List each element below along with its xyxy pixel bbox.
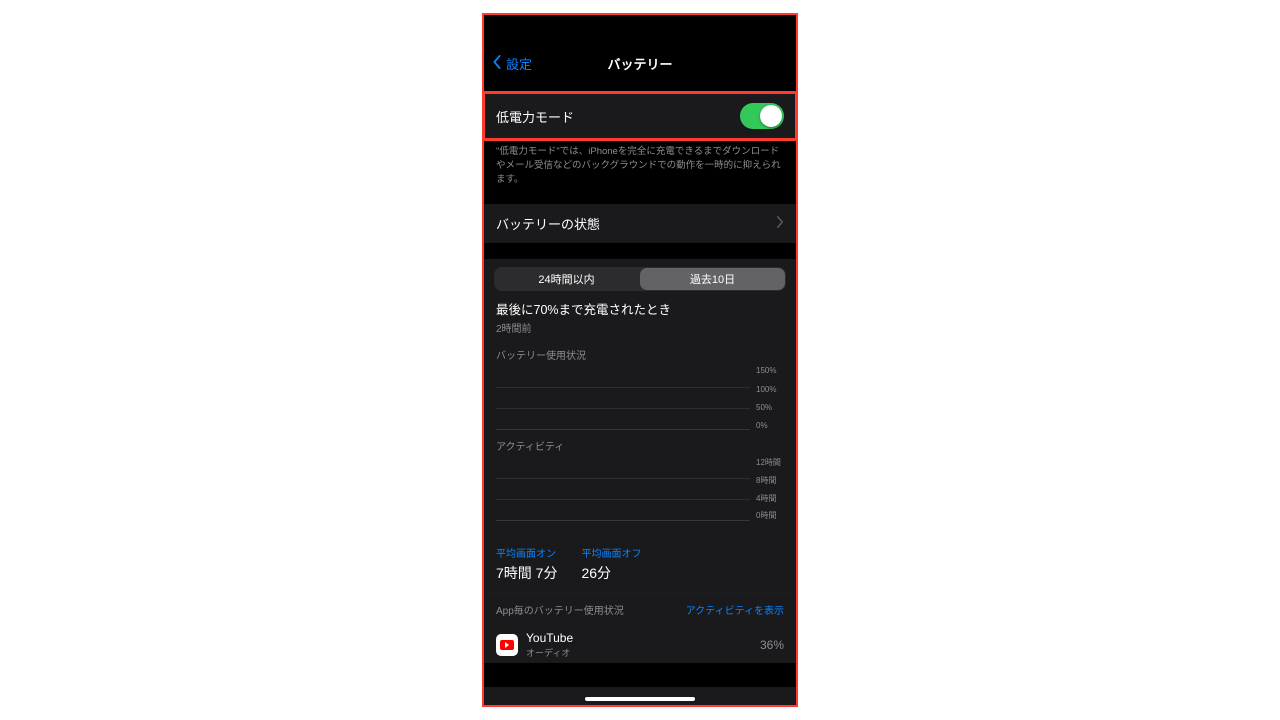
nav-title: バッテリー <box>607 54 672 73</box>
bottom-fade <box>484 687 796 705</box>
youtube-icon <box>496 634 518 656</box>
time-range-segmented[interactable]: 24時間以内 過去10日 <box>494 267 786 291</box>
status-bar-gap <box>484 15 796 49</box>
avg-screen-on-label: 平均画面オン <box>496 545 557 560</box>
per-app-title: App毎のバッテリー使用状況 <box>496 602 624 617</box>
battery-usage-bars <box>496 366 750 430</box>
app-percent: 36% <box>760 638 784 652</box>
segmented-control-wrap: 24時間以内 過去10日 <box>484 259 796 291</box>
app-name: YouTube <box>526 631 752 645</box>
home-indicator <box>585 697 695 701</box>
avg-screen-off-value: 26分 <box>581 563 641 583</box>
activity-bars <box>496 457 750 521</box>
low-power-mode-label: 低電力モード <box>496 107 574 126</box>
battery-usage-chart: バッテリー使用状況 150% 100% 50% 0% <box>484 341 796 432</box>
segment-24h[interactable]: 24時間以内 <box>494 267 639 291</box>
per-app-header: App毎のバッテリー使用状況 アクティビティを表示 <box>484 594 796 625</box>
last-charge-sub: 2時間前 <box>496 320 784 335</box>
activity-label: アクティビティ <box>496 438 784 453</box>
low-power-mode-switch[interactable] <box>740 103 784 129</box>
last-charge-block: 最後に70%まで充電されたとき 2時間前 <box>484 291 796 341</box>
switch-knob <box>760 105 782 127</box>
avg-screen-on-value: 7時間 7分 <box>496 563 557 583</box>
battery-health-label: バッテリーの状態 <box>496 214 600 233</box>
avg-screen-off-label: 平均画面オフ <box>581 545 641 560</box>
nav-back-button[interactable]: 設定 <box>492 54 532 73</box>
app-sub: オーディオ <box>526 646 752 659</box>
activity-yticks: 12時間 8時間 4時間 0時間 <box>750 457 784 521</box>
nav-back-label: 設定 <box>506 54 532 73</box>
chevron-right-icon <box>776 216 784 231</box>
activity-chart: アクティビティ 12時間 8時間 4時間 0時間 <box>484 432 796 523</box>
segment-10d[interactable]: 過去10日 <box>640 268 785 290</box>
averages-row: 平均画面オン 7時間 7分 平均画面オフ 26分 <box>484 537 796 593</box>
low-power-mode-footnote: "低電力モード"では、iPhoneを完全に充電できるまでダウンロードやメール受信… <box>484 139 796 194</box>
last-charge-title: 最後に70%まで充電されたとき <box>496 299 784 318</box>
low-power-mode-cell[interactable]: 低電力モード <box>484 93 796 139</box>
app-usage-row[interactable]: YouTube オーディオ 36% <box>484 625 796 663</box>
battery-usage-yticks: 150% 100% 50% 0% <box>750 366 784 430</box>
battery-health-cell[interactable]: バッテリーの状態 <box>484 204 796 243</box>
phone-frame: 設定 バッテリー 低電力モード "低電力モード"では、iPhoneを完全に充電で… <box>482 13 798 707</box>
chevron-left-icon <box>492 55 506 72</box>
nav-bar: 設定 バッテリー <box>484 49 796 77</box>
battery-usage-label: バッテリー使用状況 <box>496 347 784 362</box>
per-app-action[interactable]: アクティビティを表示 <box>686 602 784 617</box>
